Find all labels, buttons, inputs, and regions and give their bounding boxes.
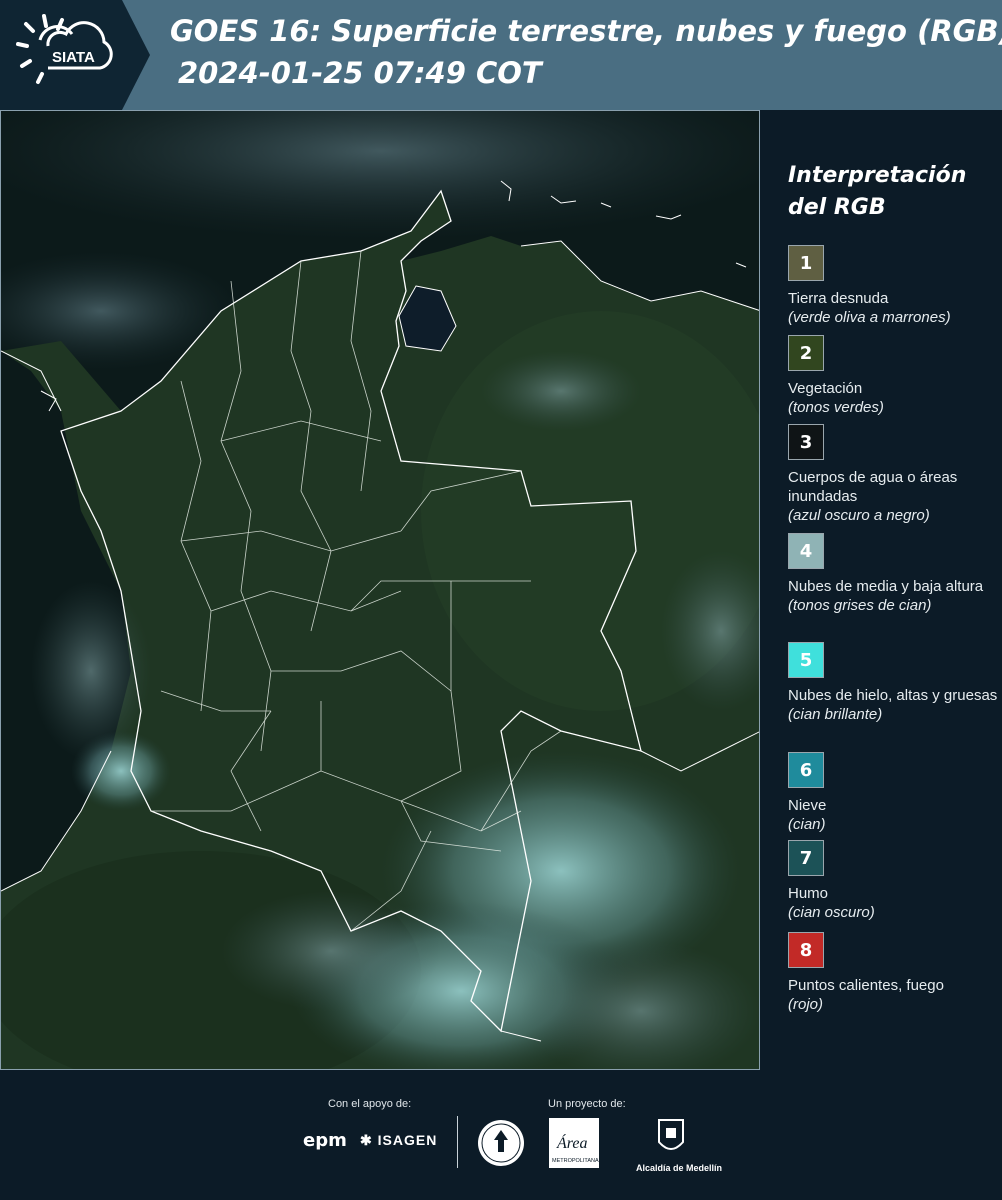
legend-item-ice-clouds: 5 Nubes de hielo, altas y gruesas (cian … [788,642,998,724]
header-bar: SIATA GOES 16: Superficie terrestre, nub… [0,0,1002,110]
legend-title: Interpretación del RGB [788,163,967,220]
legend-sublabel: (tonos verdes) [788,399,884,416]
image-datetime: 2024-01-25 07:49 COT [178,56,542,90]
legend-swatch: 4 [788,533,824,569]
legend-sublabel: (cian) [788,816,826,833]
legend-label: Nubes de media y baja altura [788,578,984,595]
isagen-icon: ✱ [360,1132,373,1148]
area-logo-text: Área [556,1133,588,1152]
footer: Con el apoyo de: Un proyecto de: epm ✱ I… [0,1070,1002,1200]
support-label: Con el apoyo de: [328,1098,412,1110]
epm-logo: epm [303,1130,347,1151]
legend-item-snow: 6 Nieve (cian) [788,752,998,834]
footer-divider [457,1116,458,1168]
alcaldia-medellin-logo: Alcaldía de Medellín [636,1118,723,1173]
isagen-text: ISAGEN [377,1132,438,1148]
legend-label: Nubes de hielo, altas y gruesas [788,687,998,704]
siata-logo-text: SIATA [52,49,95,66]
project-label: Un proyecto de: [548,1098,626,1110]
isagen-logo: ✱ ISAGEN [360,1132,437,1149]
legend-label: Puntos calientes, fuego [788,977,944,994]
legend-item-low-clouds: 4 Nubes de media y baja altura (tonos gr… [788,533,998,615]
area-logo-subtext: METROPOLITANA [552,1158,599,1164]
legend-item-bare-land: 1 Tierra desnuda (verde oliva a marrones… [788,245,998,327]
alcaldia-medellin-text: Alcaldía de Medellín [636,1163,723,1173]
legend-sublabel: (cian brillante) [788,706,883,723]
legend: Interpretación del RGB 1 Tierra desnuda … [788,160,997,1013]
legend-item-water: 3 Cuerpos de agua o áreas inundadas (azu… [788,424,998,525]
legend-sublabel: (verde oliva a marrones) [788,309,951,326]
legend-swatch: 8 [788,932,824,968]
siata-logo: SIATA [0,0,150,110]
legend-item-vegetation: 2 Vegetación (tonos verdes) [788,335,998,417]
legend-sublabel: (rojo) [788,996,824,1013]
legend-sublabel: (azul oscuro a negro) [788,507,930,524]
legend-swatch: 5 [788,642,824,678]
legend-label: Cuerpos de agua o áreas inundadas [788,469,958,505]
antioquia-seal-logo [476,1118,526,1173]
legend-label: Tierra desnuda [788,290,889,307]
legend-swatch: 3 [788,424,824,460]
legend-swatch: 7 [788,840,824,876]
area-metropolitana-logo: Área METROPOLITANA [549,1118,599,1173]
legend-label: Vegetación [788,380,863,397]
legend-label: Humo [788,885,829,902]
legend-item-smoke: 7 Humo (cian oscuro) [788,840,998,922]
page-title: GOES 16: Superficie terrestre, nubes y f… [170,14,1002,48]
satellite-map [0,110,760,1070]
legend-swatch: 2 [788,335,824,371]
legend-label: Nieve [788,797,827,814]
legend-swatch: 6 [788,752,824,788]
legend-item-fire: 8 Puntos calientes, fuego (rojo) [788,932,998,1014]
legend-swatch: 1 [788,245,824,281]
legend-sublabel: (tonos grises de cian) [788,597,932,614]
legend-sublabel: (cian oscuro) [788,904,875,921]
